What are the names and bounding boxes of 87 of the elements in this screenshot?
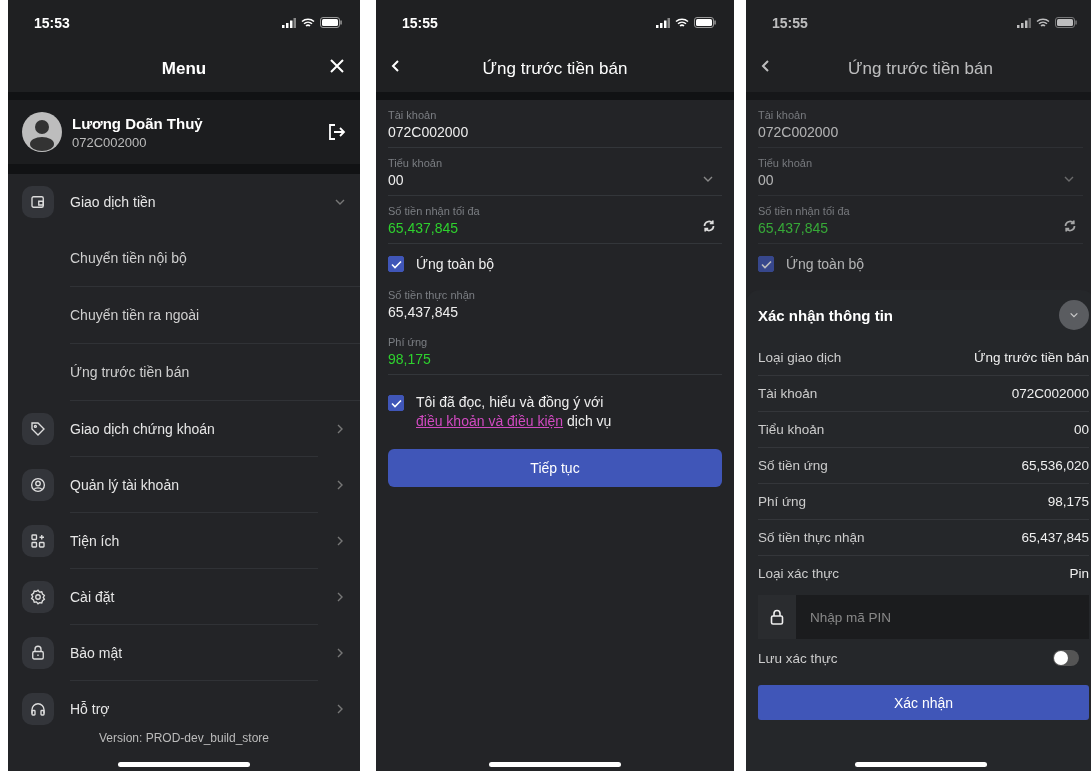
field-label: Phí ứng (388, 336, 429, 348)
screen-title: Ứng trước tiền bán (848, 58, 993, 79)
refresh-icon[interactable] (1063, 219, 1077, 233)
info-label: Phí ứng (758, 494, 807, 509)
info-label: Loại giao dịch (758, 350, 842, 365)
field-value: 65,437,845 (758, 220, 830, 236)
field-label: Tiểu khoản (758, 157, 814, 169)
checkbox-label: Ứng toàn bộ (786, 256, 865, 272)
collapse-button[interactable] (1059, 300, 1089, 330)
field-value[interactable]: 00 (388, 172, 702, 188)
menu-item-icon (29, 532, 47, 550)
save-auth-label: Lưu xác thực (758, 650, 838, 666)
lock-icon (770, 609, 784, 625)
info-label: Số tiền ứng (758, 458, 828, 473)
status-time: 15:55 (772, 14, 808, 31)
sheet-title: Xác nhận thông tin (758, 306, 893, 324)
pin-field[interactable]: Nhập mã PIN (796, 595, 1089, 639)
battery-icon (320, 17, 342, 28)
back-icon[interactable] (760, 59, 770, 73)
back-icon[interactable] (390, 59, 400, 73)
field-value: 072C002000 (388, 124, 470, 140)
submenu-item[interactable]: Chuyển tiền ra ngoài (70, 287, 360, 344)
info-value: 65,536,020 (1021, 458, 1089, 473)
menu-item[interactable]: Tiện ích (70, 513, 318, 569)
menu-item[interactable]: Cài đặt (70, 569, 318, 625)
menu-item[interactable]: Quản lý tài khoản (70, 457, 318, 513)
menu-item-icon (29, 193, 47, 211)
info-label: Tiểu khoản (758, 422, 825, 437)
field-value[interactable]: 00 (758, 172, 1063, 188)
menu-item-icon (29, 700, 47, 718)
field-label: Tài khoản (388, 109, 438, 121)
field-label: Số tiền thực nhận (388, 289, 476, 301)
agreement-text: Tôi đã đọc, hiểu và đồng ý với điều khoản và điều kiện dịch vụ (416, 393, 613, 431)
menu-item-icon (29, 476, 47, 494)
refresh-icon[interactable] (702, 219, 716, 233)
confirm-button[interactable]: Xác nhận (758, 685, 1089, 720)
submenu-item[interactable]: Chuyển tiền nội bộ (70, 230, 360, 287)
signal-icon (282, 17, 296, 28)
menu-item[interactable]: Giao dịch tiền (70, 174, 318, 230)
avatar-icon (22, 112, 62, 152)
battery-icon (1055, 17, 1077, 28)
terms-link[interactable]: điều khoản và điều kiện (416, 413, 564, 429)
field-value: 65,437,845 (388, 304, 460, 320)
signal-icon (656, 17, 670, 28)
chevron-down-icon (1069, 310, 1079, 320)
user-name: Lương Doãn Thuỷ (72, 114, 204, 132)
menu-item[interactable]: Giao dịch chứng khoán (70, 401, 318, 457)
wifi-icon (675, 17, 689, 28)
wifi-icon (1036, 17, 1050, 28)
checkbox[interactable] (388, 395, 404, 411)
submenu-item[interactable]: Ứng trước tiền bán (70, 344, 360, 401)
screen-title: Ứng trước tiền bán (482, 58, 628, 79)
field-label: Số tiền nhận tối đa (758, 205, 851, 217)
field-value: 98,175 (388, 351, 432, 367)
version-text: Version: PROD-dev_build_store (97, 731, 271, 745)
account-number: 072C002000 (72, 134, 148, 150)
menu-item-icon (29, 644, 47, 662)
wifi-icon (301, 17, 315, 28)
save-auth-toggle[interactable] (1053, 650, 1079, 666)
info-label: Số tiền thực nhận (758, 530, 865, 545)
close-icon[interactable] (328, 57, 346, 75)
checkbox[interactable] (388, 256, 404, 272)
menu-item-icon (29, 420, 47, 438)
info-value: Ứng trước tiền bán (974, 350, 1089, 365)
info-value: Pin (1069, 566, 1089, 581)
info-label: Loại xác thực (758, 566, 840, 581)
field-value: 65,437,845 (388, 220, 460, 236)
screen-title: Menu (161, 58, 207, 79)
battery-icon (694, 17, 716, 28)
menu-item[interactable]: Bảo mật (70, 625, 318, 681)
info-value: 98,175 (1047, 494, 1089, 509)
field-label: Tài khoản (758, 109, 808, 121)
continue-button[interactable]: Tiếp tục (388, 449, 722, 487)
info-value: 65,437,845 (1021, 530, 1089, 545)
info-value: 00 (1073, 422, 1089, 437)
logout-icon[interactable] (326, 122, 346, 142)
field-label: Tiểu khoản (388, 157, 444, 169)
checkbox-label: Ứng toàn bộ (416, 256, 495, 272)
field-value: 072C002000 (758, 124, 840, 140)
status-time: 15:53 (34, 14, 70, 31)
checkbox[interactable] (758, 256, 774, 272)
menu-item-icon (29, 588, 47, 606)
status-time: 15:55 (402, 14, 438, 31)
field-label: Số tiền nhận tối đa (388, 205, 481, 217)
info-value: 072C002000 (1011, 386, 1089, 401)
info-label: Tài khoản (758, 386, 818, 401)
signal-icon (1017, 17, 1031, 28)
